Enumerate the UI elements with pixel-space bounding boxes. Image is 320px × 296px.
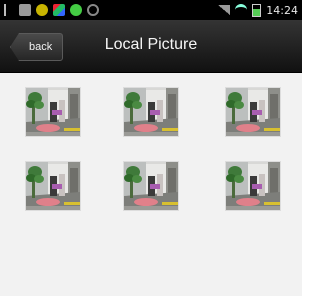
wifi-icon [235, 3, 248, 17]
usb-icon [4, 4, 14, 16]
picture-thumbnail[interactable] [26, 88, 80, 136]
app-icon [53, 4, 65, 16]
phone-screen: 14:24 back Local Picture [0, 0, 302, 296]
status-icons-right: 14:24 [218, 2, 298, 18]
picture-thumbnail[interactable] [26, 162, 80, 210]
chat-icon [70, 4, 82, 16]
document-icon [19, 4, 31, 16]
sync-icon [87, 4, 99, 16]
picture-thumbnail[interactable] [124, 88, 178, 136]
signal-icon [218, 5, 231, 15]
picture-thumbnail[interactable] [226, 88, 280, 136]
status-bar: 14:24 [0, 0, 302, 20]
status-icons-left [4, 3, 99, 17]
picture-thumbnail[interactable] [226, 162, 280, 210]
title-bar: back Local Picture [0, 20, 302, 73]
notification-icon [36, 4, 48, 16]
page-title: Local Picture [104, 36, 198, 53]
clock: 14:24 [266, 3, 298, 17]
battery-icon [252, 3, 262, 17]
picture-thumbnail[interactable] [124, 162, 178, 210]
